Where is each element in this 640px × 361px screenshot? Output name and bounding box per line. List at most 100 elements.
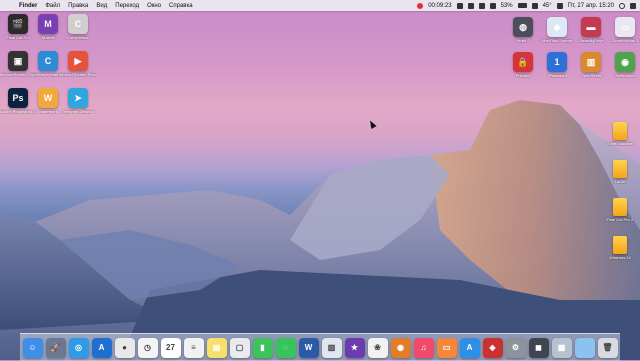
drive-label: Final Cut Pro X	[606, 217, 634, 222]
desktop-app-8[interactable]: ➤ Telegram Desktop	[60, 88, 96, 114]
desktop-app-5[interactable]: ▶Movavi Screen Recorder	[60, 51, 96, 77]
desktop-app-1-icon: M	[38, 14, 58, 34]
record-icon[interactable]	[417, 2, 424, 9]
desktop-app-right-1-icon: ◆	[547, 17, 567, 37]
menu-help[interactable]: Справка	[169, 3, 193, 9]
drive-2[interactable]: Final Cut Pro X	[602, 198, 638, 222]
desktop-app-6-icon: Ps	[8, 88, 28, 108]
drive-1[interactable]: LaCie	[602, 160, 638, 184]
menu-view[interactable]: Вид	[96, 3, 107, 9]
temperature-text[interactable]: 45°	[543, 3, 552, 9]
drive-icon	[613, 236, 627, 254]
desktop-app-2[interactable]: C Compressor	[60, 14, 96, 40]
desktop-app-right-1[interactable]: ◆ MacFlow Sonnar	[539, 17, 575, 43]
battery-percent[interactable]: 53%	[501, 3, 513, 9]
dock-safari-icon[interactable]: ◎	[68, 337, 89, 358]
drive-label: LaCie	[614, 179, 626, 184]
dock-clock-icon[interactable]: ◷	[137, 337, 158, 358]
desktop-app-right-5-label: 1Password	[547, 73, 567, 78]
desktop-app-right-5-icon: 1	[547, 52, 567, 72]
desktop-app-right-7-icon: ◉	[615, 52, 635, 72]
dock-calendar-icon[interactable]: 27	[160, 337, 181, 358]
menu-extra-icon[interactable]	[456, 2, 463, 9]
dock-preview-icon[interactable]: ▧	[321, 337, 342, 358]
spotlight-icon[interactable]	[619, 2, 625, 9]
desktop-app-right-1-label: MacFlow Sonnar	[541, 38, 572, 43]
dock-finder-icon[interactable]: ☺	[22, 337, 43, 358]
drive-icon	[613, 198, 627, 216]
dock-documents-folder-icon[interactable]	[574, 337, 595, 358]
desktop-app-right-0-icon: ◍	[513, 17, 533, 37]
dock: ☺ 🚀 ◎ A ● ◷ 27 ≡ ▤ ▢ ▮ ◌ W ▧ ★ ❀ ◉ ♫ ▭ A ◈ ⚙ ◼ ▩ 🗑	[20, 333, 620, 361]
dock-launchpad-icon[interactable]: 🚀	[45, 337, 66, 358]
dock-chrome-icon[interactable]: ●	[114, 337, 135, 358]
dock-trash-icon[interactable]: 🗑	[597, 337, 618, 358]
desktop-app-4-icon: C	[38, 51, 58, 71]
volume-icon[interactable]	[531, 2, 538, 9]
desktop-app-right-5[interactable]: 1 1Password	[539, 52, 575, 78]
dock-photos-icon[interactable]: ❀	[367, 337, 388, 358]
desktop-app-right-3-label: CleanMyMac 3	[611, 38, 639, 43]
drive-icon	[613, 122, 627, 140]
drive-0[interactable]: Time Machine	[602, 122, 638, 146]
dock-preview-2-icon[interactable]: ▩	[551, 337, 572, 358]
dock-app-store-icon[interactable]: A	[459, 337, 480, 358]
drive-icon	[613, 160, 627, 178]
desktop-app-right-4[interactable]: 🔒 Privatus	[505, 52, 541, 78]
desktop-app-right-6[interactable]: ▥ OpenStreet	[573, 52, 609, 78]
desktop-app-right-7-label: TorBrowser	[614, 73, 636, 78]
desktop-app-right-0[interactable]: ◍ Hider 2	[505, 17, 541, 43]
desktop-app-right-3[interactable]: ▭ CleanMyMac 3	[607, 17, 640, 43]
menu-extra-icon-3[interactable]	[478, 2, 485, 9]
wifi-icon[interactable]	[489, 2, 496, 9]
menu-finder[interactable]: Finder	[19, 3, 37, 9]
desktop-app-8-label: Telegram Desktop	[61, 109, 95, 114]
status-area: 00:09:23 53% 45° Пт, 27 апр. 15:20	[417, 0, 636, 11]
datetime-text[interactable]: Пт, 27 апр. 15:20	[568, 3, 614, 9]
dock-word-icon[interactable]: W	[298, 337, 319, 358]
desktop-app-right-2-icon: ▬	[581, 17, 601, 37]
battery-icon[interactable]	[517, 3, 527, 8]
desktop-app-8-icon: ➤	[68, 88, 88, 108]
dock-photo-booth-icon[interactable]: ◈	[482, 337, 503, 358]
desktop-app-7-icon: W	[38, 88, 58, 108]
dock-itunes-alt-icon[interactable]: ◉	[390, 337, 411, 358]
dock-messages-icon[interactable]: ▢	[229, 337, 250, 358]
menu-file[interactable]: Файл	[45, 3, 60, 9]
desktop-app-right-4-icon: 🔒	[513, 52, 533, 72]
apple-menu-icon[interactable]	[6, 2, 14, 10]
timer-text[interactable]: 00:09:23	[428, 3, 451, 9]
menu-go[interactable]: Переход	[115, 3, 139, 9]
menu-window[interactable]: Окно	[147, 3, 161, 9]
desktop-app-right-2[interactable]: ▬ CleanMyDrive	[573, 17, 609, 43]
dock-system-prefs-icon[interactable]: ⚙	[505, 337, 526, 358]
dock-messages-green-icon[interactable]: ◌	[275, 337, 296, 358]
menu-extra-icon-2[interactable]	[467, 2, 474, 9]
flag-icon[interactable]	[556, 2, 563, 9]
desktop-app-right-3-icon: ▭	[615, 17, 635, 37]
desktop-app-right-6-label: OpenStreet	[580, 73, 602, 78]
dock-notes-list-icon[interactable]: ≡	[183, 337, 204, 358]
dock-facetime-icon[interactable]: ▮	[252, 337, 273, 358]
dock-books-icon[interactable]: ▭	[436, 337, 457, 358]
desktop-app-0-icon: 🎬	[8, 14, 28, 34]
notification-center-icon[interactable]	[630, 2, 636, 9]
dock-quicktime-icon[interactable]: ◼	[528, 337, 549, 358]
dock-music-icon[interactable]: ♫	[413, 337, 434, 358]
desktop-app-5-icon: ▶	[68, 51, 88, 71]
desktop-app-2-icon: C	[68, 14, 88, 34]
desktop-app-5-label: Movavi Screen Recorder	[60, 72, 96, 77]
desktop-app-right-0-label: Hider 2	[516, 38, 530, 43]
dock-imovie-icon[interactable]: ★	[344, 337, 365, 358]
desktop-app-right-7[interactable]: ◉ TorBrowser	[607, 52, 640, 78]
drive-label: Windows 10	[609, 255, 631, 260]
dock-notes-icon[interactable]: ▤	[206, 337, 227, 358]
desktop-app-2-label: Compressor	[67, 35, 89, 40]
menu-edit[interactable]: Правка	[68, 3, 88, 9]
desktop-app-right-6-icon: ▥	[581, 52, 601, 72]
menu-bar: Finder Файл Правка Вид Переход Окно Спра…	[0, 0, 640, 11]
desktop-app-3-icon: ▣	[8, 51, 28, 71]
dock-app-store-blue-icon[interactable]: A	[91, 337, 112, 358]
drive-label: Time Machine	[607, 141, 633, 146]
drive-3[interactable]: Windows 10	[602, 236, 638, 260]
